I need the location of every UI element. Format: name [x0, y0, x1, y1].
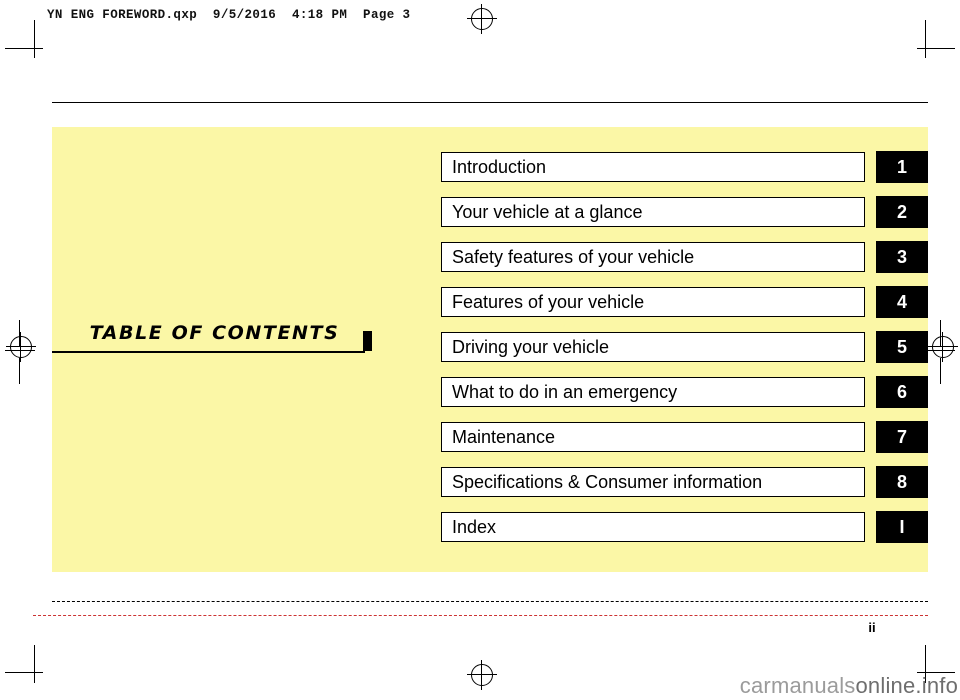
page-title-underline — [52, 351, 365, 353]
page-top-rule — [52, 102, 928, 103]
list-item[interactable]: Specifications & Consumer information 8 — [441, 466, 928, 498]
list-item[interactable]: Maintenance 7 — [441, 421, 928, 453]
toc-tab-number[interactable]: 6 — [876, 376, 928, 408]
page-title-block: TABLE OF CONTENTS — [52, 322, 377, 353]
list-item[interactable]: Your vehicle at a glance 2 — [441, 196, 928, 228]
list-item[interactable]: What to do in an emergency 6 — [441, 376, 928, 408]
list-item[interactable]: Features of your vehicle 4 — [441, 286, 928, 318]
crop-mark-top-left-horizontal — [5, 48, 43, 49]
toc-tab-number[interactable]: 2 — [876, 196, 928, 228]
toc-entry-label[interactable]: Your vehicle at a glance — [441, 197, 865, 227]
toc-entry-label[interactable]: Features of your vehicle — [441, 287, 865, 317]
table-of-contents-list: Introduction 1 Your vehicle at a glance … — [441, 151, 928, 543]
watermark: carmanualsonline.info — [740, 673, 958, 699]
toc-entry-label[interactable]: Safety features of your vehicle — [441, 242, 865, 272]
toc-entry-label[interactable]: Maintenance — [441, 422, 865, 452]
crop-mark-top-left-vertical — [34, 20, 35, 58]
toc-tab-number[interactable]: 8 — [876, 466, 928, 498]
list-item[interactable]: Safety features of your vehicle 3 — [441, 241, 928, 273]
crop-mark-right-center-v-bottom — [940, 358, 941, 384]
watermark-dark: online.info — [855, 673, 958, 698]
list-item[interactable]: Driving your vehicle 5 — [441, 331, 928, 363]
crop-mark-bottom-left-vertical — [34, 645, 35, 683]
toc-tab-number[interactable]: 1 — [876, 151, 928, 183]
page-bottom-rule — [52, 601, 928, 603]
registration-mark-bottom — [467, 660, 497, 690]
toc-tab-number[interactable]: I — [876, 511, 928, 543]
list-item[interactable]: Index I — [441, 511, 928, 543]
toc-entry-label[interactable]: Introduction — [441, 152, 865, 182]
watermark-light: carmanuals — [739, 673, 856, 698]
page-title-square-marker — [363, 331, 372, 351]
crop-mark-top-right-horizontal — [917, 48, 955, 49]
page-number: ii — [868, 620, 876, 635]
crop-mark-bottom-left-horizontal — [5, 672, 43, 673]
page-title: TABLE OF CONTENTS — [89, 322, 340, 344]
printed-page: YN ENG FOREWORD.qxp 9/5/2016 4:18 PM Pag… — [0, 0, 960, 700]
toc-tab-number[interactable]: 5 — [876, 331, 928, 363]
registration-mark-left — [6, 332, 36, 362]
toc-entry-label[interactable]: What to do in an emergency — [441, 377, 865, 407]
toc-tab-number[interactable]: 4 — [876, 286, 928, 318]
toc-entry-label[interactable]: Driving your vehicle — [441, 332, 865, 362]
registration-mark-right — [928, 332, 958, 362]
toc-entry-label[interactable]: Index — [441, 512, 865, 542]
toc-tab-number[interactable]: 3 — [876, 241, 928, 273]
list-item[interactable]: Introduction 1 — [441, 151, 928, 183]
registration-mark-top — [467, 4, 497, 34]
trim-dashed-line — [33, 615, 928, 616]
print-header-text: YN ENG FOREWORD.qxp 9/5/2016 4:18 PM Pag… — [47, 8, 411, 22]
toc-entry-label[interactable]: Specifications & Consumer information — [441, 467, 865, 497]
toc-tab-number[interactable]: 7 — [876, 421, 928, 453]
crop-mark-top-right-vertical — [925, 20, 926, 58]
